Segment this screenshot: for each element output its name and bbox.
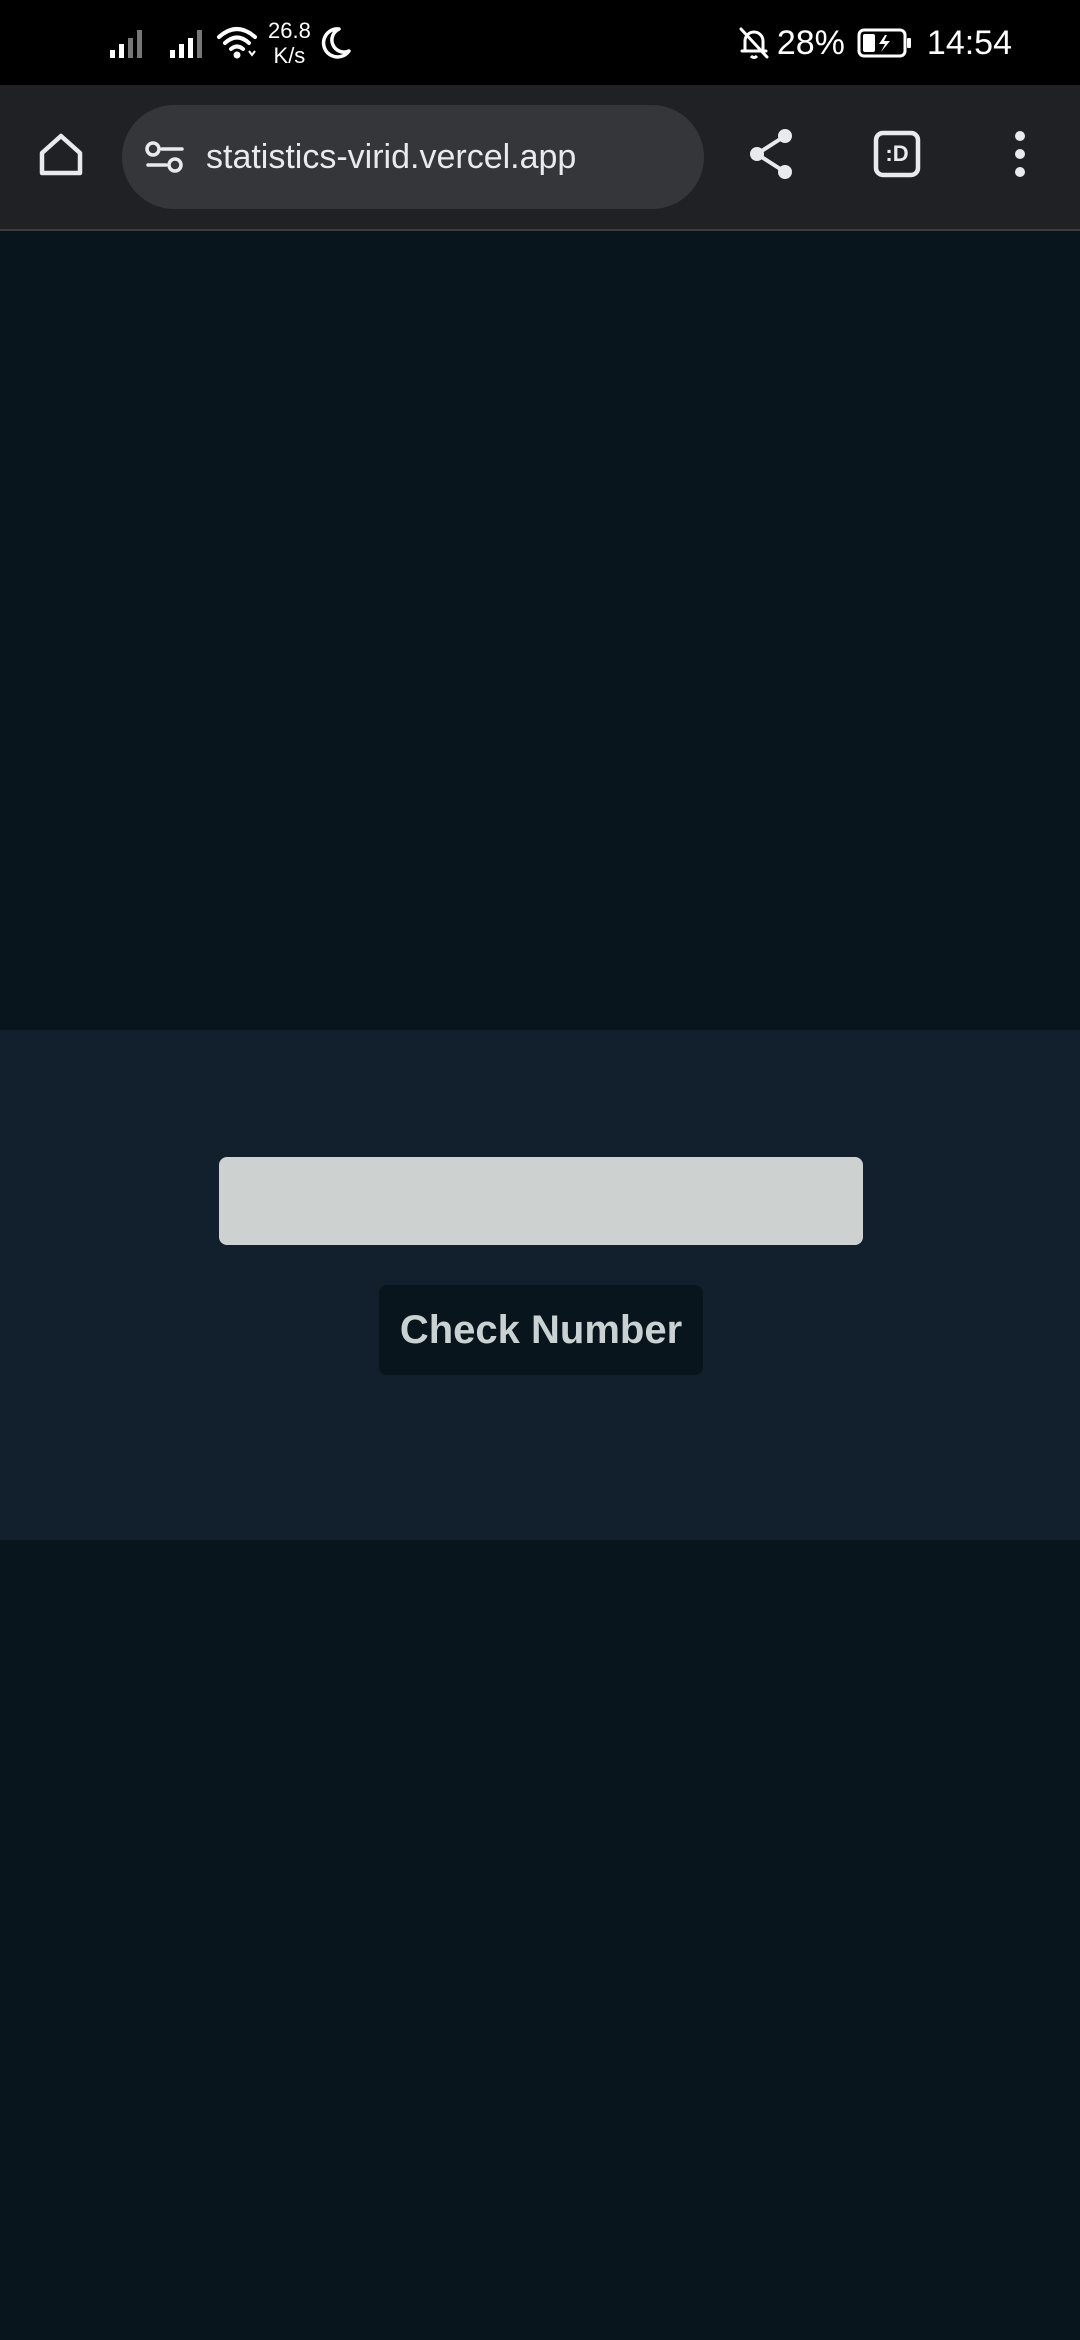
page-content: Check Number bbox=[0, 231, 1080, 2340]
number-input[interactable] bbox=[219, 1157, 863, 1245]
wifi-icon bbox=[217, 27, 257, 59]
battery-percent: 28% bbox=[776, 23, 845, 62]
home-button[interactable] bbox=[30, 123, 92, 185]
network-speed: 26.8 K/s bbox=[268, 18, 311, 68]
status-right: 28% 14:54 bbox=[737, 18, 1012, 68]
url-text: statistics-virid.vercel.app bbox=[206, 137, 577, 176]
home-icon bbox=[39, 133, 83, 176]
site-settings-button[interactable] bbox=[144, 139, 186, 175]
tab-switcher-label: :D bbox=[885, 141, 909, 166]
check-number-button[interactable]: Check Number bbox=[379, 1285, 703, 1375]
share-icon bbox=[750, 129, 792, 179]
number-check-panel: Check Number bbox=[0, 1030, 1080, 1540]
moon-icon bbox=[321, 27, 351, 59]
browser-toolbar: statistics-virid.vercel.app :D bbox=[0, 85, 1080, 231]
address-bar[interactable]: statistics-virid.vercel.app bbox=[122, 105, 704, 209]
network-speed-value: 26.8 bbox=[268, 18, 311, 43]
status-left: 26.8 K/s bbox=[108, 18, 353, 68]
clock: 14:54 bbox=[926, 23, 1012, 62]
share-button[interactable] bbox=[740, 123, 802, 185]
signal-icon bbox=[110, 30, 142, 58]
battery-charging-icon bbox=[857, 28, 911, 58]
tab-switcher-button[interactable]: :D bbox=[866, 123, 928, 185]
more-vert-icon bbox=[1015, 131, 1025, 177]
network-speed-unit: K/s bbox=[273, 43, 306, 68]
signal-icon bbox=[170, 30, 202, 58]
status-bar: 26.8 K/s 28% 14:54 bbox=[0, 0, 1080, 85]
more-options-button[interactable] bbox=[1000, 123, 1040, 185]
tune-icon bbox=[145, 141, 184, 173]
bell-off-icon bbox=[739, 27, 769, 59]
